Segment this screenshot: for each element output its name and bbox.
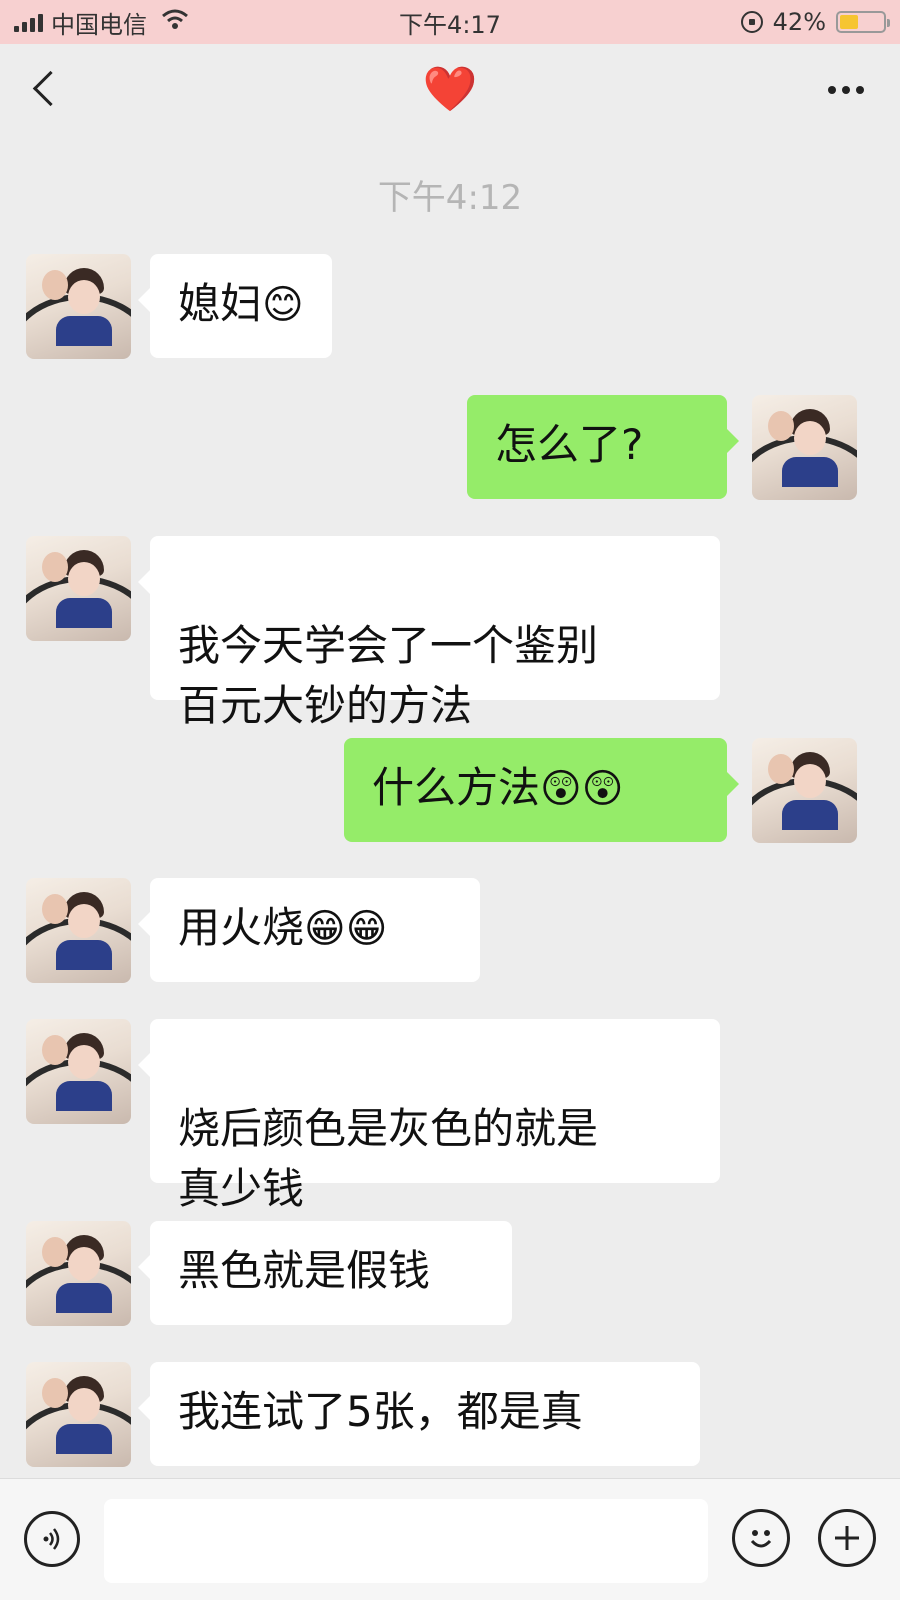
- status-left: 中国电信: [14, 5, 189, 40]
- carrier-label: 中国电信: [51, 10, 147, 39]
- message-bubble[interactable]: 我连试了5张，都是真: [138, 1362, 700, 1466]
- smile-emoji-icon: 😊: [262, 282, 304, 328]
- avatar[interactable]: [26, 1362, 131, 1467]
- message-bubble[interactable]: 什么方法😲😲: [344, 738, 739, 842]
- message-timestamp: 下午4:12: [377, 178, 523, 218]
- avatar[interactable]: [752, 395, 857, 500]
- message-text: 怎么了?: [495, 420, 644, 469]
- message-bubble[interactable]: 用火烧😁😁: [138, 878, 480, 982]
- status-bar: 中国电信 下午4:17 42%: [0, 0, 900, 44]
- avatar[interactable]: [26, 254, 131, 359]
- message-bubble[interactable]: 我今天学会了一个鉴别 百元大钞的方法: [138, 536, 720, 730]
- avatar[interactable]: [26, 878, 131, 983]
- message-text: 什么方法: [372, 763, 541, 812]
- chat-header: ❤️: [0, 44, 900, 136]
- status-right: 42%: [740, 8, 890, 36]
- wifi-icon: [161, 8, 189, 36]
- chat-title[interactable]: ❤️: [0, 66, 900, 114]
- message-text: 我连试了5张，都是真: [178, 1387, 583, 1436]
- message-bubble[interactable]: 烧后颜色是灰色的就是 真少钱: [138, 1019, 720, 1213]
- grin-emoji-icon: 😁😁: [304, 906, 388, 952]
- rotation-lock-icon: [740, 11, 763, 33]
- emoji-icon[interactable]: [732, 1509, 790, 1567]
- input-bar: [0, 1478, 900, 1600]
- message-text: 黑色就是假钱: [178, 1246, 431, 1295]
- message-text: 烧后颜色是灰色的就是 真少钱: [178, 1104, 599, 1213]
- avatar[interactable]: [26, 1019, 131, 1124]
- avatar[interactable]: [26, 1221, 131, 1326]
- message-text: 我今天学会了一个鉴别 百元大钞的方法: [178, 621, 599, 730]
- message-text: 用火烧: [178, 903, 305, 952]
- more-dots-icon[interactable]: [828, 86, 864, 94]
- signal-icon: [14, 12, 43, 32]
- avatar[interactable]: [26, 536, 131, 641]
- message-input[interactable]: [104, 1499, 708, 1583]
- message-bubble[interactable]: 怎么了?: [467, 395, 739, 499]
- surprised-emoji-icon: 😲😲: [540, 766, 624, 812]
- plus-icon[interactable]: [818, 1509, 876, 1567]
- battery-fill: [840, 15, 858, 29]
- battery-icon: [836, 11, 890, 33]
- message-bubble[interactable]: 黑色就是假钱: [138, 1221, 512, 1325]
- battery-percent: 42%: [772, 8, 826, 36]
- avatar[interactable]: [752, 738, 857, 843]
- message-text: 媳妇: [178, 279, 263, 328]
- voice-icon[interactable]: [24, 1511, 80, 1567]
- message-bubble[interactable]: 媳妇😊: [138, 254, 332, 358]
